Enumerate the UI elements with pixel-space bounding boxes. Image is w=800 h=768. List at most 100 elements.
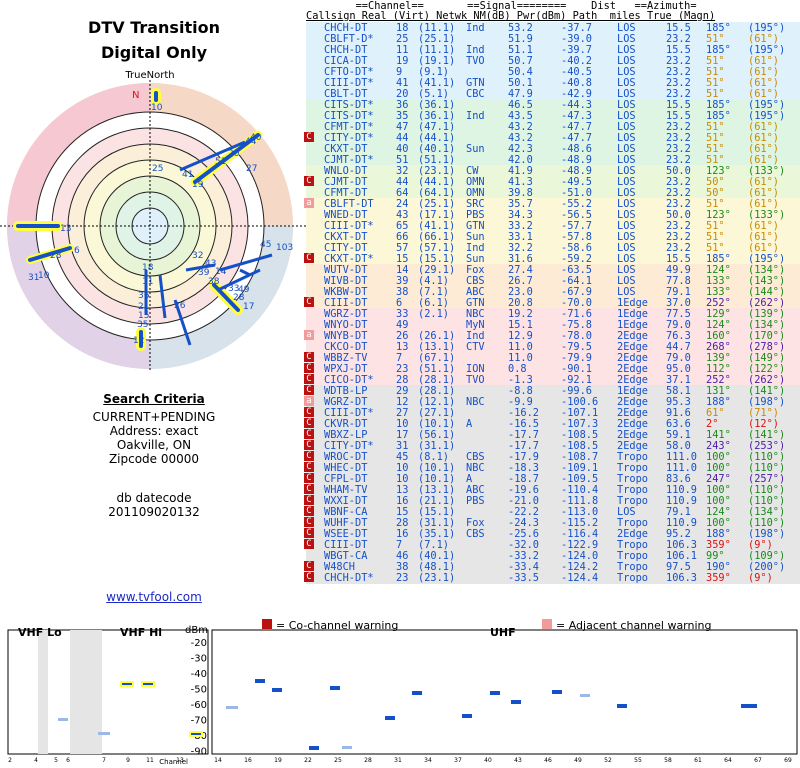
vhf-lo-label: VHF Lo: [18, 626, 62, 639]
adjacent-warning-icon: a: [304, 396, 314, 406]
x-tick: 34: [424, 757, 432, 764]
svg-text:10: 10: [151, 103, 163, 113]
x-tick: 28: [364, 757, 372, 764]
spectrum-bar: [385, 716, 395, 720]
spectrum-bar: [490, 691, 500, 695]
co-channel-warning-icon: C: [304, 352, 314, 362]
co-channel-warning-icon: C: [304, 517, 314, 527]
x-tick: 43: [514, 757, 522, 764]
spectrum-bar-faint: [58, 718, 68, 721]
svg-text:13: 13: [60, 224, 71, 234]
svg-text:41: 41: [182, 170, 193, 180]
svg-text:31: 31: [28, 273, 39, 283]
svg-text:103: 103: [276, 243, 293, 253]
svg-text:19: 19: [192, 180, 204, 190]
spectrum-bar-faint: [342, 746, 352, 749]
table-header-columns: Callsign Real (Virt) Netwk NM(dB) Pwr(dB…: [306, 10, 716, 22]
db-label: db datecode: [116, 491, 192, 505]
co-channel-warning-icon: C: [304, 528, 314, 538]
cell-nm: -33.5: [508, 572, 539, 584]
co-channel-warning-icon: C: [304, 429, 314, 439]
spectrum-bar: [617, 704, 627, 708]
svg-text:28: 28: [50, 251, 62, 261]
co-channel-warning-icon: C: [304, 440, 314, 450]
criteria-line: CURRENT+PENDING: [92, 410, 216, 424]
db-value: 201109020132: [108, 505, 200, 519]
x-tick: 19: [274, 757, 282, 764]
spectrum-bar-faint: [580, 694, 590, 697]
x-tick: 2: [8, 757, 12, 764]
co-channel-warning-icon: C: [304, 539, 314, 549]
svg-text:32: 32: [192, 251, 203, 261]
co-channel-warning-icon: C: [304, 506, 314, 516]
page-title: DTV Transition: [88, 18, 220, 37]
cell-call: CHCH-DT*: [324, 572, 374, 584]
cell-pwr: -124.4: [561, 572, 599, 584]
tvfool-link[interactable]: www.tvfool.com: [0, 590, 308, 604]
adjacent-swatch: [542, 619, 552, 629]
co-channel-warning-icon: C: [304, 495, 314, 505]
cell-az: 359°: [706, 572, 731, 584]
y-tick: -30: [191, 654, 207, 665]
y-tick: -20: [191, 638, 207, 649]
y-tick: -60: [191, 700, 207, 711]
criteria-line: Address: exact: [109, 424, 199, 438]
svg-text:10: 10: [38, 271, 50, 281]
x-tick: 40: [484, 757, 492, 764]
co-channel-warning-icon: C: [304, 451, 314, 461]
x-tick: 52: [604, 757, 612, 764]
spectrum-bar: [272, 688, 282, 692]
co-channel-warning-icon: C: [304, 385, 314, 395]
svg-text:45: 45: [260, 240, 271, 250]
svg-text:18: 18: [142, 263, 154, 273]
co-channel-warning-icon: C: [304, 462, 314, 472]
svg-text:38: 38: [208, 277, 220, 287]
spectrum-bar: [741, 704, 757, 708]
svg-text:12: 12: [133, 336, 144, 346]
co-channel-warning-icon: C: [304, 418, 314, 428]
spectrum-bar: [511, 700, 521, 704]
svg-text:17: 17: [243, 302, 254, 312]
x-tick: 49: [574, 757, 582, 764]
svg-text:6: 6: [74, 246, 80, 256]
polar-plot: TrueNorth N 104044 205127 194125 13628 1…: [0, 70, 308, 372]
x-tick: 6: [66, 757, 70, 764]
spectrum-bar-faint: [98, 732, 110, 735]
uhf-label: UHF: [490, 626, 516, 639]
x-tick: 14: [214, 757, 222, 764]
svg-text:14: 14: [215, 267, 227, 277]
y-tick: -50: [191, 685, 207, 696]
co-channel-swatch: [262, 619, 272, 629]
x-tick: 31: [394, 757, 402, 764]
table-row: C CHCH-DT* 23 (23.1) -33.5 -124.4 Tropo 106.3 35…: [304, 572, 800, 584]
x-tick: 64: [724, 757, 732, 764]
co-channel-warning-icon: C: [304, 407, 314, 417]
y-tick: -40: [191, 669, 207, 680]
adjacent-warning-icon: a: [304, 330, 314, 340]
x-tick: 5: [54, 757, 58, 764]
svg-text:20: 20: [228, 149, 240, 159]
x-tick: 4: [34, 757, 38, 764]
svg-text:44: 44: [245, 137, 257, 147]
co-channel-warning-icon: C: [304, 561, 314, 571]
co-channel-warning-icon: C: [304, 473, 314, 483]
cell-mag: (9°): [748, 572, 773, 584]
co-channel-warning-icon: C: [304, 363, 314, 373]
channel-label: Channel: [159, 758, 188, 766]
x-tick: 58: [664, 757, 672, 764]
svg-text:25: 25: [152, 164, 163, 174]
co-channel-warning-icon: C: [304, 176, 314, 186]
criteria-line: Zipcode 00000: [108, 452, 200, 466]
x-tick: 55: [634, 757, 642, 764]
x-tick: 7: [102, 757, 106, 764]
x-tick: 22: [304, 757, 312, 764]
x-tick: 69: [784, 757, 792, 764]
spectrum-bar: [462, 714, 472, 718]
cell-path: Tropo: [617, 572, 648, 584]
criteria-line: Oakville, ON: [116, 438, 192, 452]
x-tick: 37: [454, 757, 462, 764]
svg-text:51: 51: [215, 157, 226, 167]
co-channel-warning-icon: C: [304, 253, 314, 263]
spectrum-bar: [552, 690, 562, 694]
spectrum-bar: [412, 691, 422, 695]
